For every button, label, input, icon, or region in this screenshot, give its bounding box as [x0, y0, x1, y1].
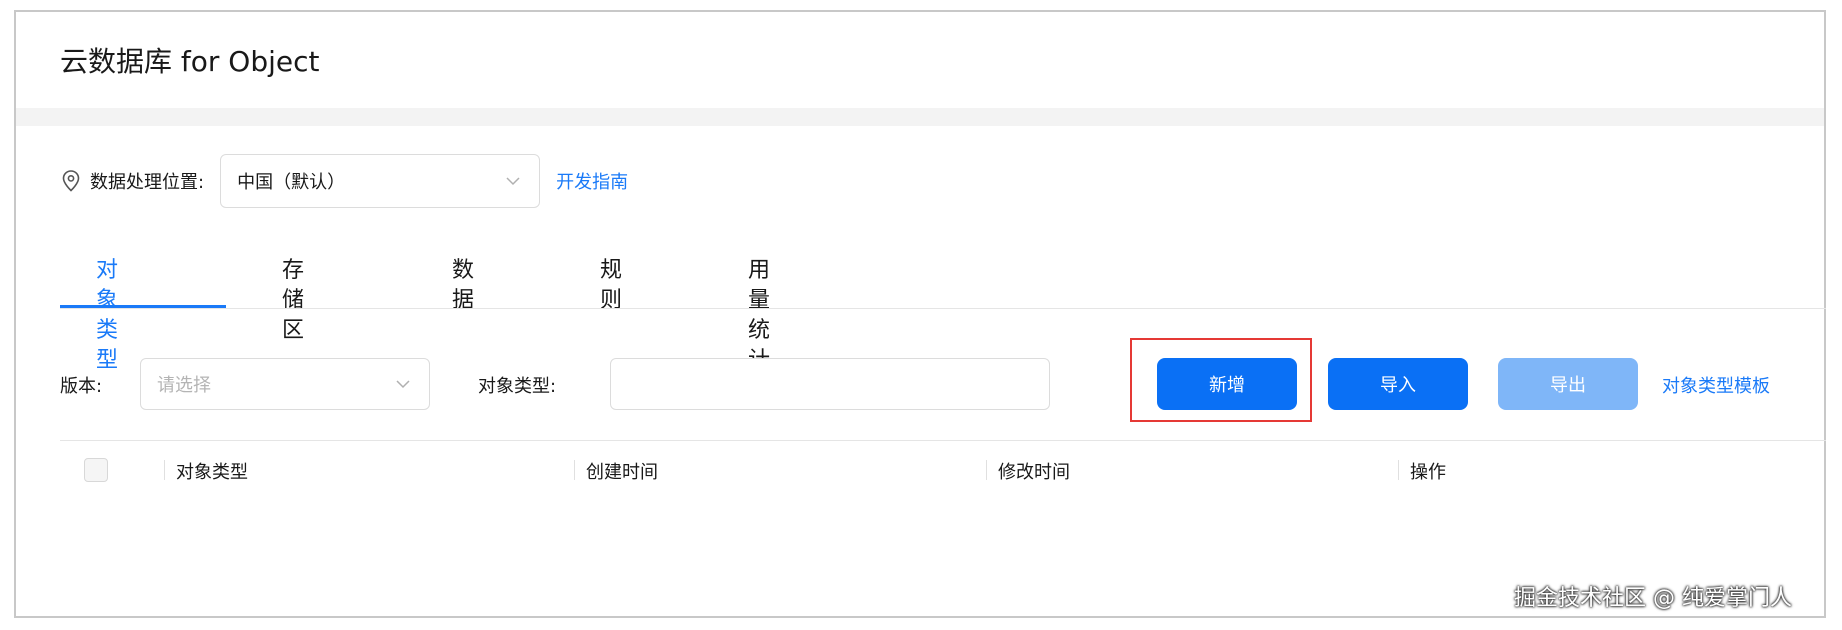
tab-rules[interactable]: 规则 [600, 256, 622, 313]
select-all-checkbox[interactable] [84, 458, 108, 482]
column-header-object-type: 对象类型 [176, 462, 248, 483]
data-location-value: 中国（默认） [237, 172, 346, 193]
column-header-modified-time: 修改时间 [998, 462, 1070, 483]
object-type-label: 对象类型: [478, 376, 557, 397]
chevron-down-icon [505, 173, 521, 189]
watermark: 掘金技术社区 @ 纯爱掌门人 [1514, 586, 1792, 611]
object-type-input[interactable] [610, 358, 1050, 410]
column-separator [164, 460, 165, 480]
tab-object-type[interactable]: 对象类型 [96, 256, 118, 373]
location-pin-icon [60, 170, 82, 192]
filter-toolbar: 版本: 请选择 对象类型: 新增 导入 导出 对象类型模板 [60, 338, 1820, 422]
tab-usage-stats[interactable]: 用量统计 [748, 256, 770, 373]
import-button[interactable]: 导入 [1328, 358, 1468, 410]
data-location-row: 数据处理位置: 中国（默认） 开发指南 [60, 154, 628, 208]
column-header-actions: 操作 [1410, 462, 1446, 483]
column-separator [574, 460, 575, 480]
table-divider [60, 440, 1826, 441]
version-select[interactable]: 请选择 [140, 358, 430, 410]
console-panel: 云数据库 for Object 数据处理位置: 中国（默认） 开发指南 对象类型… [14, 10, 1826, 618]
chevron-down-icon [395, 376, 411, 392]
column-header-created-time: 创建时间 [586, 462, 658, 483]
column-separator [1398, 460, 1399, 480]
dev-guide-link[interactable]: 开发指南 [556, 168, 628, 194]
page-header: 云数据库 for Object [16, 12, 1824, 108]
data-location-select[interactable]: 中国（默认） [220, 154, 541, 208]
add-button[interactable]: 新增 [1157, 358, 1297, 410]
tabs-divider [60, 308, 1826, 309]
tab-storage-zone[interactable]: 存储区 [282, 256, 304, 343]
data-location-label: 数据处理位置: [90, 172, 205, 193]
version-placeholder: 请选择 [157, 375, 211, 396]
column-separator [986, 460, 987, 480]
tab-data[interactable]: 数据 [452, 256, 474, 313]
page-title: 云数据库 for Object [60, 45, 320, 78]
table-header-row: 对象类型 创建时间 修改时间 操作 [60, 456, 1826, 490]
export-button[interactable]: 导出 [1498, 358, 1638, 410]
object-type-template-link[interactable]: 对象类型模板 [1662, 372, 1770, 398]
version-label: 版本: [60, 376, 103, 397]
header-divider [16, 108, 1824, 126]
